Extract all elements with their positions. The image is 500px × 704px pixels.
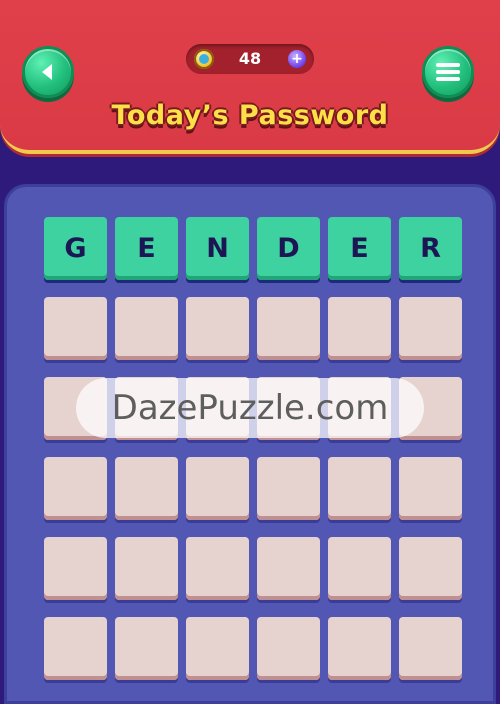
empty-tile [399, 297, 462, 360]
empty-tile [257, 297, 320, 360]
hamburger-menu-icon [436, 63, 460, 81]
guess-row [44, 457, 464, 521]
letter-tile: E [328, 217, 391, 280]
page-title: Today’s Password [111, 100, 389, 131]
letter-tile: G [44, 217, 107, 280]
empty-tile [399, 537, 462, 600]
back-button[interactable] [22, 46, 74, 98]
empty-tile [257, 457, 320, 520]
watermark: DazePuzzle.com [76, 378, 424, 438]
empty-tile [186, 457, 249, 520]
coin-balance: 48 + [186, 44, 314, 74]
empty-tile [44, 297, 107, 360]
empty-tile [115, 617, 178, 680]
empty-tile [115, 457, 178, 520]
letter-tile: N [186, 217, 249, 280]
menu-button[interactable] [422, 46, 474, 98]
add-coins-button[interactable]: + [288, 50, 306, 68]
guess-row [44, 617, 464, 681]
guess-row [44, 537, 464, 601]
empty-tile [328, 537, 391, 600]
empty-tile [399, 457, 462, 520]
empty-tile [328, 457, 391, 520]
empty-tile [186, 537, 249, 600]
empty-tile [44, 537, 107, 600]
letter-tile: D [257, 217, 320, 280]
empty-tile [44, 617, 107, 680]
empty-tile [115, 537, 178, 600]
empty-tile [257, 617, 320, 680]
empty-tile [399, 617, 462, 680]
letter-tile: R [399, 217, 462, 280]
guess-row [44, 297, 464, 361]
top-bar: 48 + Today’s Password [0, 0, 500, 154]
empty-tile [328, 617, 391, 680]
guess-row: GENDER [44, 217, 464, 281]
empty-tile [257, 537, 320, 600]
letter-tile: E [115, 217, 178, 280]
empty-tile [186, 297, 249, 360]
empty-tile [115, 297, 178, 360]
empty-tile [44, 457, 107, 520]
empty-tile [186, 617, 249, 680]
game-board: GENDER [4, 184, 496, 704]
empty-tile [328, 297, 391, 360]
arrow-left-icon [42, 64, 52, 80]
